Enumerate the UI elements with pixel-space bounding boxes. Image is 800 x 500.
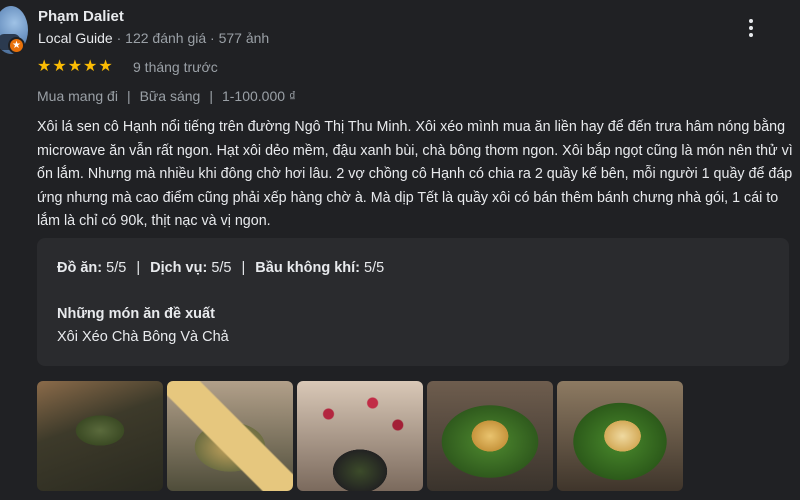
attribute-meal-type: Bữa sáng [139, 88, 201, 104]
review-photo[interactable] [37, 381, 163, 491]
attribute-separator: | [209, 88, 213, 104]
review-time: 9 tháng trước [133, 59, 218, 75]
recommended-dishes: Xôi Xéo Chà Bông Và Chả [57, 329, 229, 345]
star-rating: ★★★★★ [37, 58, 114, 75]
recommended-dishes-title: Những món ăn đề xuất [57, 306, 215, 322]
food-value: 5/5 [106, 260, 127, 276]
more-options-icon[interactable] [740, 14, 762, 42]
review-photo[interactable] [427, 381, 553, 491]
attribute-separator: | [126, 88, 131, 104]
local-guide-label: Local Guide [38, 30, 113, 46]
review-photo[interactable] [297, 381, 423, 491]
rating-separator: | [241, 260, 246, 276]
review-photo[interactable] [557, 381, 683, 491]
reviewer-name[interactable]: Phạm Daliet [38, 8, 124, 25]
ratings-panel: Đồ ăn: 5/5 | Dịch vụ: 5/5 | Bầu không khí: 5… [37, 238, 789, 366]
local-guide-badge-icon: ★ [8, 37, 25, 54]
review-attributes: Mua mang đi | Bữa sáng | 1-100.000 ₫ [37, 88, 296, 104]
service-value: 5/5 [211, 260, 232, 276]
atmosphere-value: 5/5 [364, 260, 385, 276]
rating-separator: | [136, 260, 141, 276]
service-label: Dịch vụ: [150, 260, 208, 276]
sub-ratings: Đồ ăn: 5/5 | Dịch vụ: 5/5 | Bầu không khí: 5… [57, 260, 384, 276]
review-photo[interactable] [167, 381, 293, 491]
reviewer-meta: Local Guide · 122 đánh giá · 577 ảnh [38, 30, 269, 46]
atmosphere-label: Bầu không khí: [255, 260, 361, 276]
review-text: Xôi lá sen cô Hạnh nổi tiếng trên đường … [37, 119, 793, 229]
reviewer-stats: · 122 đánh giá · 577 ảnh [112, 30, 270, 46]
attribute-service-type: Mua mang đi [37, 88, 118, 104]
food-label: Đồ ăn: [57, 260, 103, 276]
attribute-price-range: 1-100.000 ₫ [221, 88, 297, 104]
